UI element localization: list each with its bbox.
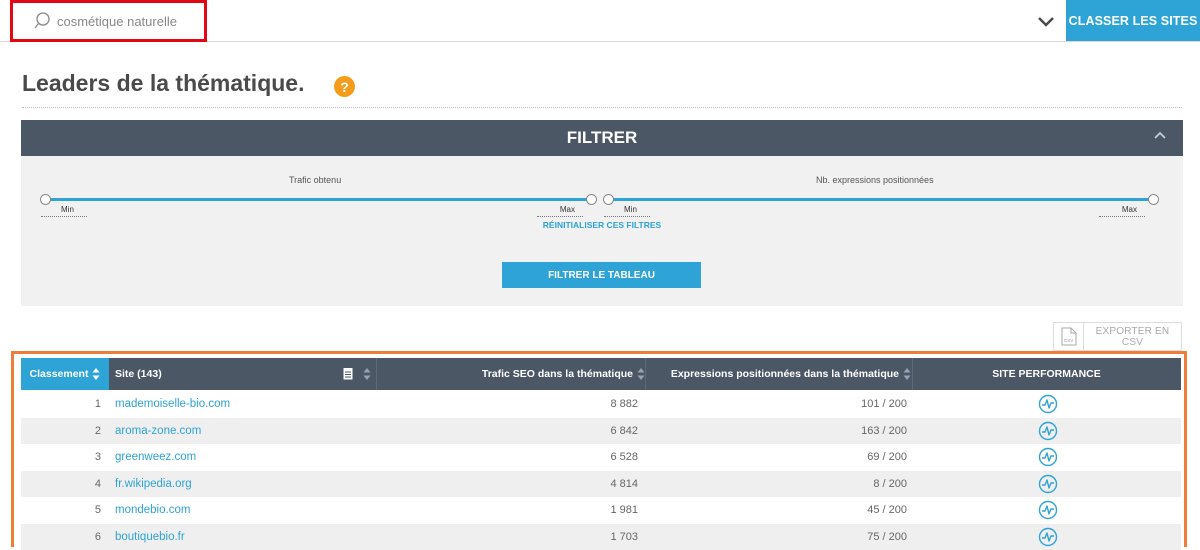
column-rank-header[interactable]: Classement	[21, 358, 109, 390]
table-header: Classement Site (143) Trafic SEO dans la…	[21, 358, 1181, 390]
rank-cell: 2	[21, 418, 101, 444]
table-row: 4 fr.wikipedia.org 4 814 8 / 200	[21, 471, 1181, 498]
expressions-max-label: Max	[1099, 205, 1145, 217]
filter-panel: FILTRER Trafic obtenu Min Max Nb. expres…	[21, 120, 1183, 306]
column-divider	[645, 358, 646, 390]
traffic-max-handle[interactable]	[586, 194, 597, 205]
column-traffic-header[interactable]: Trafic SEO dans la thématique	[401, 358, 645, 390]
expressions-cell: 101 / 200	[661, 391, 907, 417]
expressions-min-label: Min	[604, 205, 650, 217]
classer-sites-button[interactable]: CLASSER LES SITES	[1066, 0, 1200, 41]
site-link[interactable]: boutiquebio.fr	[115, 524, 185, 550]
column-performance-header: SITE PERFORMANCE	[912, 358, 1181, 390]
traffic-cell: 6 842	[401, 418, 638, 444]
top-bar: CLASSER LES SITES	[0, 0, 1200, 42]
search-input[interactable]	[57, 14, 197, 29]
sort-icon[interactable]	[637, 367, 645, 381]
expressions-min-handle[interactable]	[603, 194, 614, 205]
divider	[22, 107, 1182, 108]
table-row: 5 mondebio.com 1 981 45 / 200	[21, 497, 1181, 524]
site-link[interactable]: greenweez.com	[115, 444, 196, 470]
traffic-max-label: Max	[537, 205, 583, 217]
performance-icon[interactable]	[1036, 444, 1060, 470]
expressions-cell: 69 / 200	[661, 444, 907, 470]
sort-icon[interactable]	[363, 367, 371, 381]
performance-icon[interactable]	[1036, 524, 1060, 550]
site-link[interactable]: mademoiselle-bio.com	[115, 391, 230, 417]
chevron-up-icon[interactable]	[1153, 130, 1167, 140]
expressions-cell: 75 / 200	[661, 524, 907, 550]
table-row: 6 boutiquebio.fr 1 703 75 / 200	[21, 524, 1181, 550]
help-icon[interactable]: ?	[334, 76, 355, 97]
column-rank-label: Classement	[30, 368, 89, 380]
clipboard-icon[interactable]	[343, 367, 353, 380]
traffic-cell: 8 882	[401, 391, 638, 417]
chevron-down-icon[interactable]	[1036, 11, 1056, 31]
column-expressions-label: Expressions positionnées dans la thémati…	[671, 368, 899, 380]
traffic-cell: 4 814	[401, 471, 638, 497]
export-csv-button[interactable]: CSV EXPORTER EN CSV	[1053, 322, 1182, 351]
column-site-header[interactable]: Site (143)	[115, 358, 355, 390]
search-box[interactable]	[10, 0, 207, 42]
performance-icon[interactable]	[1036, 471, 1060, 497]
sort-icon[interactable]	[903, 367, 911, 381]
column-traffic-label: Trafic SEO dans la thématique	[482, 368, 633, 380]
site-link[interactable]: fr.wikipedia.org	[115, 471, 192, 497]
expressions-cell: 8 / 200	[661, 471, 907, 497]
column-divider	[376, 358, 377, 390]
page-title: Leaders de la thématique.	[22, 70, 304, 97]
expressions-slider-track[interactable]	[608, 198, 1153, 201]
traffic-min-handle[interactable]	[40, 194, 51, 205]
column-expressions-header[interactable]: Expressions positionnées dans la thémati…	[661, 358, 911, 390]
site-link[interactable]: aroma-zone.com	[115, 418, 201, 444]
performance-icon[interactable]	[1036, 418, 1060, 444]
performance-icon[interactable]	[1036, 497, 1060, 523]
reset-filters-link[interactable]: RÉINITIALISER CES FILTRES	[21, 220, 1183, 230]
performance-icon[interactable]	[1036, 391, 1060, 417]
rank-cell: 5	[21, 497, 101, 523]
traffic-cell: 6 528	[401, 444, 638, 470]
csv-file-icon: CSV	[1054, 323, 1084, 350]
traffic-slider-track[interactable]	[45, 198, 592, 201]
rank-cell: 4	[21, 471, 101, 497]
rank-cell: 1	[21, 391, 101, 417]
rank-cell: 6	[21, 524, 101, 550]
search-icon	[33, 12, 51, 30]
expressions-max-handle[interactable]	[1148, 194, 1159, 205]
site-link[interactable]: mondebio.com	[115, 497, 190, 523]
traffic-cell: 1 703	[401, 524, 638, 550]
traffic-cell: 1 981	[401, 497, 638, 523]
rank-cell: 3	[21, 444, 101, 470]
expressions-slider-label: Nb. expressions positionnées	[816, 175, 934, 185]
expressions-cell: 163 / 200	[661, 418, 907, 444]
table-row: 3 greenweez.com 6 528 69 / 200	[21, 444, 1181, 471]
traffic-slider-label: Trafic obtenu	[289, 175, 341, 185]
filter-table-button[interactable]: FILTRER LE TABLEAU	[502, 262, 701, 288]
export-csv-label: EXPORTER EN CSV	[1084, 326, 1181, 348]
filter-title: FILTRER	[567, 128, 638, 148]
svg-text:CSV: CSV	[1064, 338, 1073, 343]
table-row: 2 aroma-zone.com 6 842 163 / 200	[21, 418, 1181, 445]
expressions-cell: 45 / 200	[661, 497, 907, 523]
sort-icon[interactable]	[92, 367, 100, 381]
table-row: 1 mademoiselle-bio.com 8 882 101 / 200	[21, 391, 1181, 418]
column-performance-label: SITE PERFORMANCE	[992, 368, 1101, 380]
column-site-label: Site (143)	[115, 368, 162, 380]
filter-header[interactable]: FILTRER	[21, 120, 1183, 156]
traffic-min-label: Min	[41, 205, 87, 217]
